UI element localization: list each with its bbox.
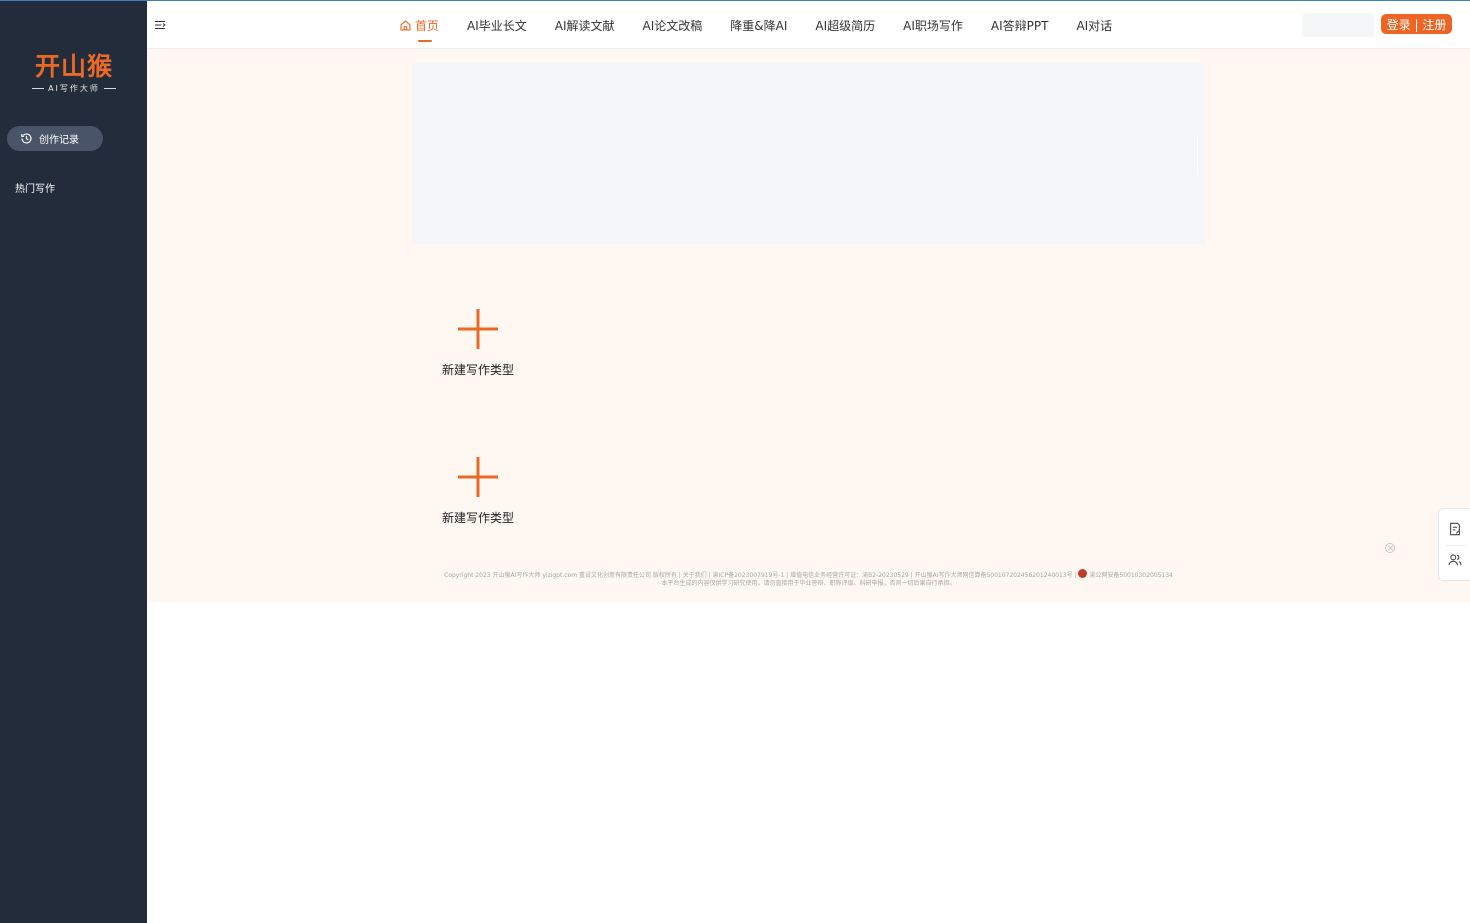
nav-item-literature-interpretation[interactable]: AI解读文献 (555, 17, 615, 34)
nav-item-ai-chat[interactable]: AI对话 (1076, 17, 1112, 34)
nav-item-plagiarism-reduction[interactable]: 降重&降AI (730, 17, 787, 34)
nav-item-defense-ppt[interactable]: AI答辩PPT (991, 17, 1049, 34)
footer-copyright: Copyright 2023 开山猴AI写作大师 yizigpt.com 重设文… (444, 572, 1077, 579)
new-writing-type-card[interactable]: 新建写作类型 (433, 456, 523, 526)
plus-icon (458, 457, 498, 497)
footer-public-security-record[interactable]: 渝公网安备50010302005134 (1089, 572, 1172, 579)
footer-disclaimer: 本平台生成的内容仅供学习研究使用，请勿直接用于毕业答辩、职称评级、科研申报，否则… (661, 580, 956, 587)
search-input[interactable] (1302, 13, 1374, 37)
logo-subtitle-text: AI写作大师 (48, 84, 100, 93)
active-tab-indicator (418, 39, 432, 42)
logo-rule-right (103, 88, 116, 89)
creation-history-button[interactable]: 创作记录 (7, 126, 103, 151)
footer-copyright-row: Copyright 2023 开山猴AI写作大师 yizigpt.com 重设文… (147, 569, 1470, 580)
banner-divider (1197, 135, 1198, 175)
hot-writing-label: 热门写作 (15, 184, 55, 195)
banner-placeholder[interactable] (412, 63, 1205, 244)
nav-item-home[interactable]: 首页 (399, 17, 440, 42)
close-icon[interactable] (1385, 543, 1395, 553)
logo-rule-left (32, 88, 45, 89)
creation-history-label: 创作记录 (39, 135, 79, 146)
nav-item-resume[interactable]: AI超级简历 (815, 17, 875, 34)
window-top-border (0, 0, 1470, 1)
footer: Copyright 2023 开山猴AI写作大师 yizigpt.com 重设文… (147, 569, 1470, 588)
new-writing-type-label: 新建写作类型 (441, 363, 514, 377)
police-badge-icon (1078, 569, 1088, 578)
document-edit-icon[interactable] (1448, 522, 1462, 536)
nav-item-workplace-writing[interactable]: AI职场写作 (903, 17, 963, 34)
logo-subtitle: AI写作大师 (30, 83, 118, 94)
logo-title: 开山猴 (34, 52, 113, 81)
nav-item-paper-revision[interactable]: AI论文改稿 (643, 17, 703, 34)
history-icon (21, 133, 32, 144)
floating-toolbar-divider (1445, 545, 1465, 546)
login-register-button[interactable]: 登录 | 注册 (1381, 14, 1452, 34)
main-content: 新建写作类型 新建写作类型 Copyright 2023 开山猴AI写作大师 y… (147, 49, 1470, 602)
nav-item-graduation-thesis[interactable]: AI毕业长文 (467, 17, 527, 34)
top-navbar: 首页 AI毕业长文 AI解读文献 AI论文改稿 降重&降AI AI超级简历 AI… (147, 1, 1470, 49)
sidebar: 开山猴 AI写作大师 创作记录 热门写作 (0, 0, 147, 923)
new-writing-type-label: 新建写作类型 (441, 511, 514, 525)
nav-item-label: 首页 (415, 18, 440, 33)
new-writing-type-card[interactable]: 新建写作类型 (433, 308, 523, 378)
plus-icon (458, 309, 498, 349)
home-icon (400, 19, 411, 31)
menu-collapse-icon[interactable] (154, 19, 166, 31)
main-nav: 首页 AI毕业长文 AI解读文献 AI论文改稿 降重&降AI AI超级简历 AI… (399, 1, 1140, 49)
floating-toolbar (1438, 508, 1470, 581)
logo[interactable]: 开山猴 AI写作大师 (30, 52, 118, 94)
users-icon[interactable] (1448, 553, 1462, 567)
